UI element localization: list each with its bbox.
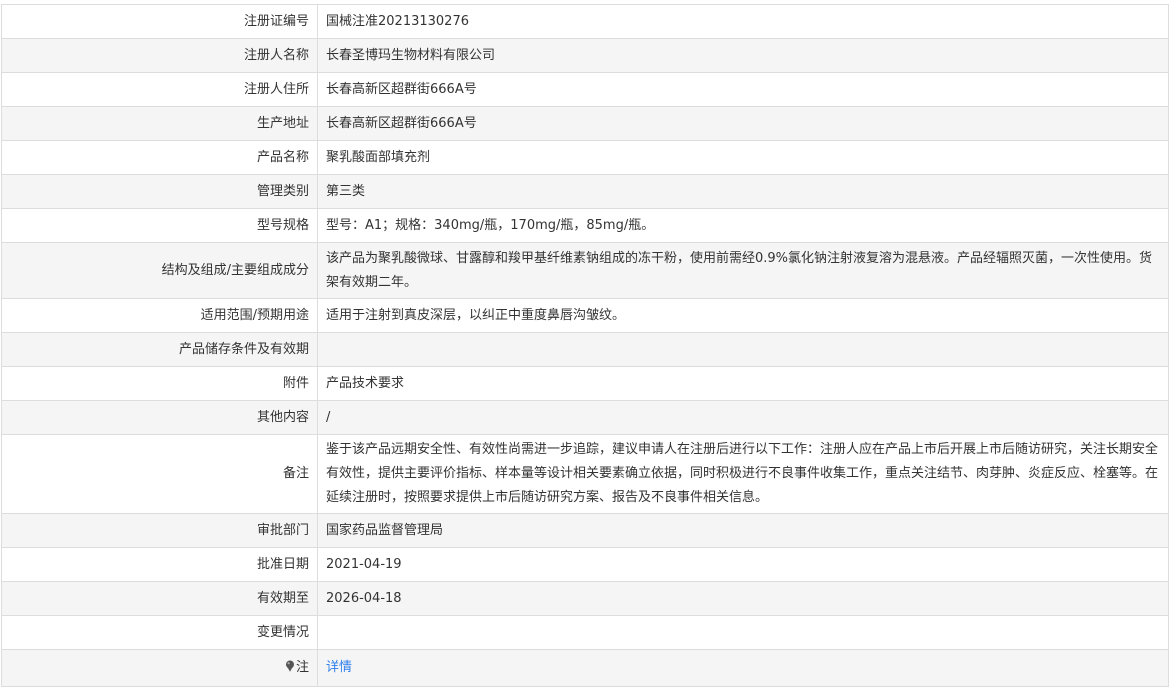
value-intended-use: 适用于注射到真皮深层，以纠正中重度鼻唇沟皱纹。	[317, 298, 1169, 333]
row-intended-use: 适用范围/预期用途 适用于注射到真皮深层，以纠正中重度鼻唇沟皱纹。	[1, 298, 1169, 333]
row-valid-until: 有效期至 2026-04-18	[1, 581, 1169, 616]
value-product-name: 聚乳酸面部填充剂	[317, 140, 1169, 175]
label-composition: 结构及组成/主要组成成分	[1, 242, 318, 299]
note-label-text: 注	[295, 660, 309, 675]
value-remarks: 鉴于该产品远期安全性、有效性尚需进一步追踪，建议申请人在注册后进行以下工作：注册…	[317, 434, 1169, 514]
row-composition: 结构及组成/主要组成成分 该产品为聚乳酸微球、甘露醇和羧甲基纤维素钠组成的冻干粉…	[1, 242, 1169, 299]
row-approval-date: 批准日期 2021-04-19	[1, 547, 1169, 582]
details-link[interactable]: 详情	[326, 660, 352, 675]
label-note: 注	[1, 649, 318, 687]
value-valid-until: 2026-04-18	[317, 581, 1169, 616]
label-production-address: 生产地址	[1, 106, 318, 141]
row-attachment: 附件 产品技术要求	[1, 366, 1169, 401]
row-registrant-name: 注册人名称 长春圣博玛生物材料有限公司	[1, 38, 1169, 73]
row-production-address: 生产地址 长春高新区超群街666A号	[1, 106, 1169, 141]
value-registration-number: 国械注准20213130276	[317, 4, 1169, 39]
registration-info-table: 注册证编号 国械注准20213130276 注册人名称 长春圣博玛生物材料有限公…	[1, 4, 1169, 687]
value-composition: 该产品为聚乳酸微球、甘露醇和羧甲基纤维素钠组成的冻干粉，使用前需经0.9%氯化钠…	[317, 242, 1169, 299]
value-registrant-name: 长春圣博玛生物材料有限公司	[317, 38, 1169, 73]
label-valid-until: 有效期至	[1, 581, 318, 616]
row-storage-conditions: 产品储存条件及有效期	[1, 332, 1169, 367]
value-attachment: 产品技术要求	[317, 366, 1169, 401]
label-model-spec: 型号规格	[1, 208, 318, 243]
value-approval-department: 国家药品监督管理局	[317, 513, 1169, 548]
label-other-content: 其他内容	[1, 400, 318, 435]
value-change-status	[317, 615, 1169, 650]
row-model-spec: 型号规格 型号：A1；规格：340mg/瓶，170mg/瓶，85mg/瓶。	[1, 208, 1169, 243]
value-storage-conditions	[317, 332, 1169, 367]
row-registration-number: 注册证编号 国械注准20213130276	[1, 4, 1169, 39]
row-change-status: 变更情况	[1, 615, 1169, 650]
row-other-content: 其他内容 /	[1, 400, 1169, 435]
row-management-category: 管理类别 第三类	[1, 174, 1169, 209]
label-intended-use: 适用范围/预期用途	[1, 298, 318, 333]
label-storage-conditions: 产品储存条件及有效期	[1, 332, 318, 367]
value-note: 详情	[317, 649, 1169, 687]
row-note: 注 详情	[1, 649, 1169, 687]
label-registrant-address: 注册人住所	[1, 72, 318, 107]
row-registrant-address: 注册人住所 长春高新区超群街666A号	[1, 72, 1169, 107]
label-management-category: 管理类别	[1, 174, 318, 209]
value-other-content: /	[317, 400, 1169, 435]
row-remarks: 备注 鉴于该产品远期安全性、有效性尚需进一步追踪，建议申请人在注册后进行以下工作…	[1, 434, 1169, 514]
label-registration-number: 注册证编号	[1, 4, 318, 39]
pin-icon	[285, 660, 294, 672]
registration-detail: 注册证编号 国械注准20213130276 注册人名称 长春圣博玛生物材料有限公…	[0, 0, 1170, 692]
value-management-category: 第三类	[317, 174, 1169, 209]
label-attachment: 附件	[1, 366, 318, 401]
value-registrant-address: 长春高新区超群街666A号	[317, 72, 1169, 107]
value-model-spec: 型号：A1；规格：340mg/瓶，170mg/瓶，85mg/瓶。	[317, 208, 1169, 243]
label-approval-department: 审批部门	[1, 513, 318, 548]
label-change-status: 变更情况	[1, 615, 318, 650]
label-approval-date: 批准日期	[1, 547, 318, 582]
label-remarks: 备注	[1, 434, 318, 514]
value-production-address: 长春高新区超群街666A号	[317, 106, 1169, 141]
row-approval-department: 审批部门 国家药品监督管理局	[1, 513, 1169, 548]
row-product-name: 产品名称 聚乳酸面部填充剂	[1, 140, 1169, 175]
label-product-name: 产品名称	[1, 140, 318, 175]
label-registrant-name: 注册人名称	[1, 38, 318, 73]
value-approval-date: 2021-04-19	[317, 547, 1169, 582]
